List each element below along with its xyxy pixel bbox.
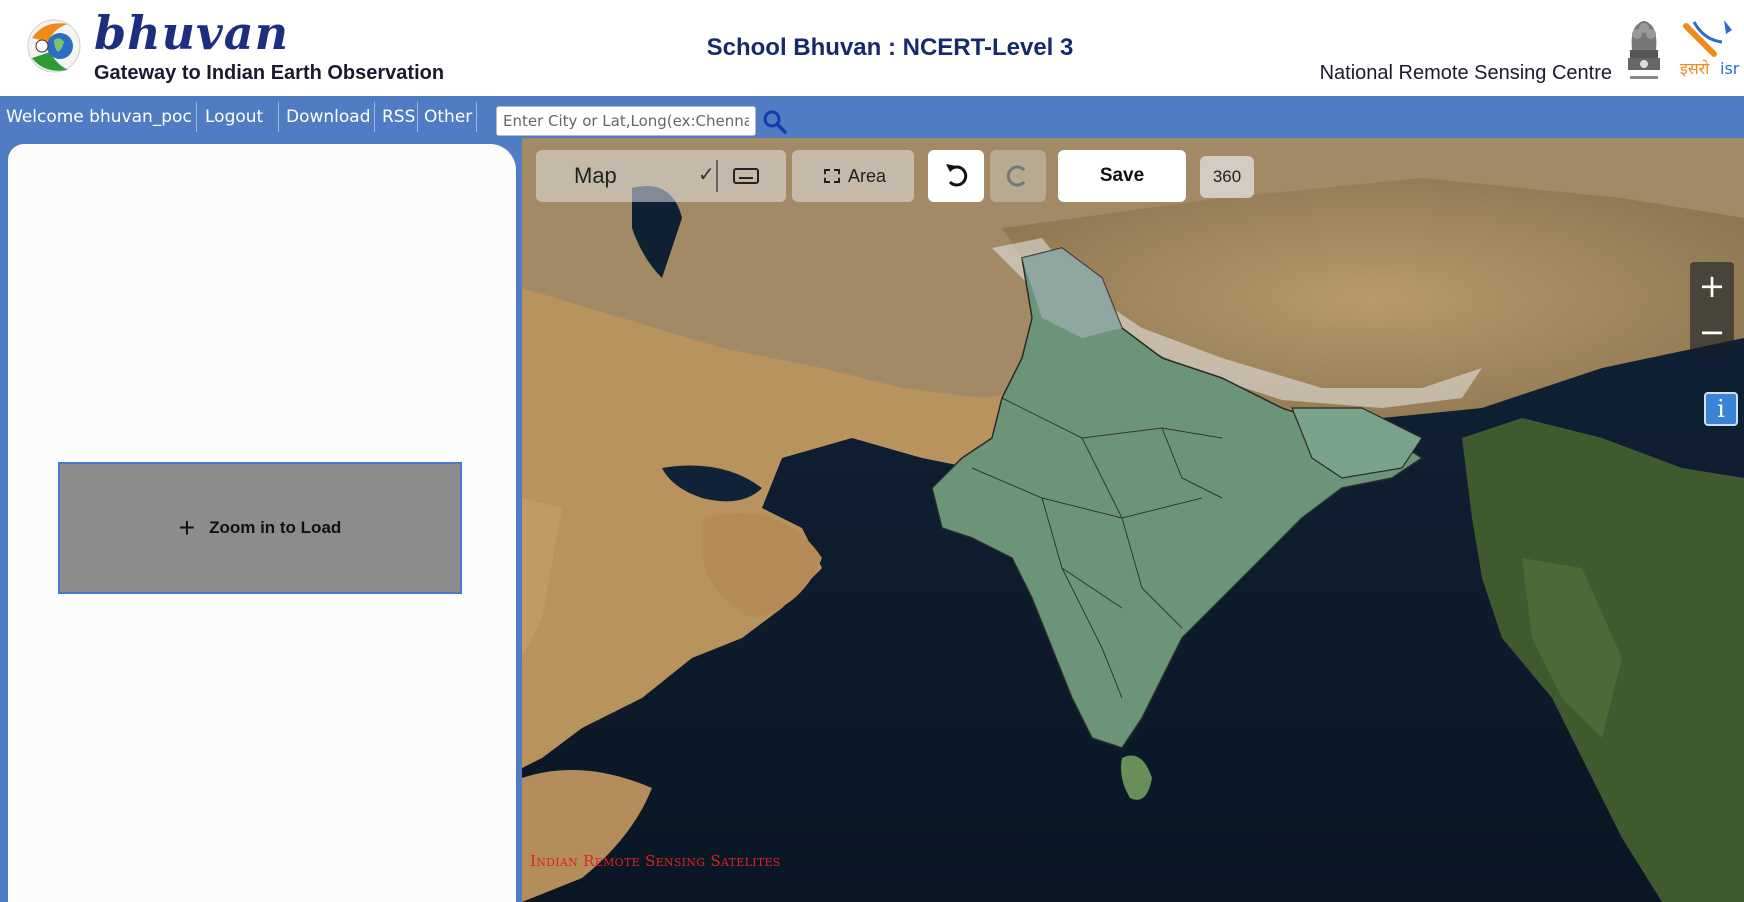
brand-tagline: Gateway to Indian Earth Observation bbox=[94, 62, 445, 84]
imagery-attribution: Indian Remote Sensing Satelites bbox=[530, 852, 781, 870]
svg-text:इसरो: इसरो bbox=[1680, 59, 1710, 78]
nav-separator bbox=[374, 102, 375, 132]
minus-icon: − bbox=[1698, 313, 1726, 351]
redo-icon bbox=[1006, 165, 1026, 187]
zoom-to-load-box[interactable]: + Zoom in to Load bbox=[58, 462, 462, 594]
nav-logout[interactable]: Logout bbox=[205, 96, 263, 138]
zoom-to-load-label: + Zoom in to Load bbox=[178, 512, 342, 543]
nav-separator bbox=[278, 102, 279, 132]
bhuvan-logo bbox=[27, 19, 81, 73]
zoom-in-button[interactable]: + bbox=[1690, 264, 1734, 308]
view-360-button[interactable]: 360 bbox=[1200, 156, 1254, 198]
zoom-controls: + − bbox=[1690, 262, 1734, 356]
nav-download[interactable]: Download bbox=[286, 96, 371, 138]
map-canvas[interactable] bbox=[522, 138, 1744, 902]
area-select-icon bbox=[824, 169, 840, 183]
search-icon[interactable] bbox=[762, 109, 788, 135]
isro-logo: इसरो isr bbox=[1680, 20, 1740, 78]
zoom-out-button[interactable]: − bbox=[1690, 310, 1734, 354]
org-name: National Remote Sensing Centre bbox=[1319, 62, 1612, 84]
redo-button[interactable] bbox=[990, 150, 1046, 202]
nav-separator bbox=[417, 102, 418, 132]
nav-other[interactable]: Other bbox=[424, 96, 472, 138]
brand-name: bhuvan bbox=[94, 6, 290, 60]
undo-button[interactable] bbox=[928, 150, 984, 202]
info-icon: i bbox=[1717, 395, 1725, 423]
page-title: School Bhuvan : NCERT-Level 3 bbox=[706, 34, 1074, 61]
info-button[interactable]: i bbox=[1704, 392, 1738, 426]
check-icon: ✓ bbox=[698, 164, 715, 186]
satellite-map-imagery bbox=[522, 138, 1744, 902]
nav-rss[interactable]: RSS bbox=[382, 96, 415, 138]
basemap-selector[interactable]: Map ✓ bbox=[536, 150, 786, 202]
undo-icon bbox=[946, 164, 968, 187]
basemap-label: Map bbox=[574, 163, 617, 188]
nav-separator bbox=[476, 102, 477, 132]
national-emblem-icon bbox=[1628, 21, 1660, 79]
location-search-input[interactable] bbox=[496, 106, 756, 136]
header: bhuvan Gateway to Indian Earth Observati… bbox=[0, 0, 1744, 96]
zoom-to-load-text: Zoom in to Load bbox=[209, 518, 342, 537]
toolbar-divider bbox=[716, 160, 718, 192]
app-root: bhuvan Gateway to Indian Earth Observati… bbox=[0, 0, 1744, 902]
save-button[interactable]: Save bbox=[1058, 150, 1186, 202]
plus-icon: + bbox=[1698, 267, 1726, 305]
nav-separator bbox=[196, 102, 197, 132]
svg-text:isr: isr bbox=[1720, 59, 1740, 78]
nav-welcome[interactable]: Welcome bhuvan_poc bbox=[6, 96, 192, 138]
nav-bar: Welcome bhuvan_poc Logout Download RSS O… bbox=[0, 96, 1744, 138]
area-select-button[interactable]: Area bbox=[792, 150, 914, 202]
keyboard-icon[interactable] bbox=[732, 166, 760, 186]
area-label: Area bbox=[848, 166, 887, 186]
plus-icon: + bbox=[178, 512, 196, 543]
